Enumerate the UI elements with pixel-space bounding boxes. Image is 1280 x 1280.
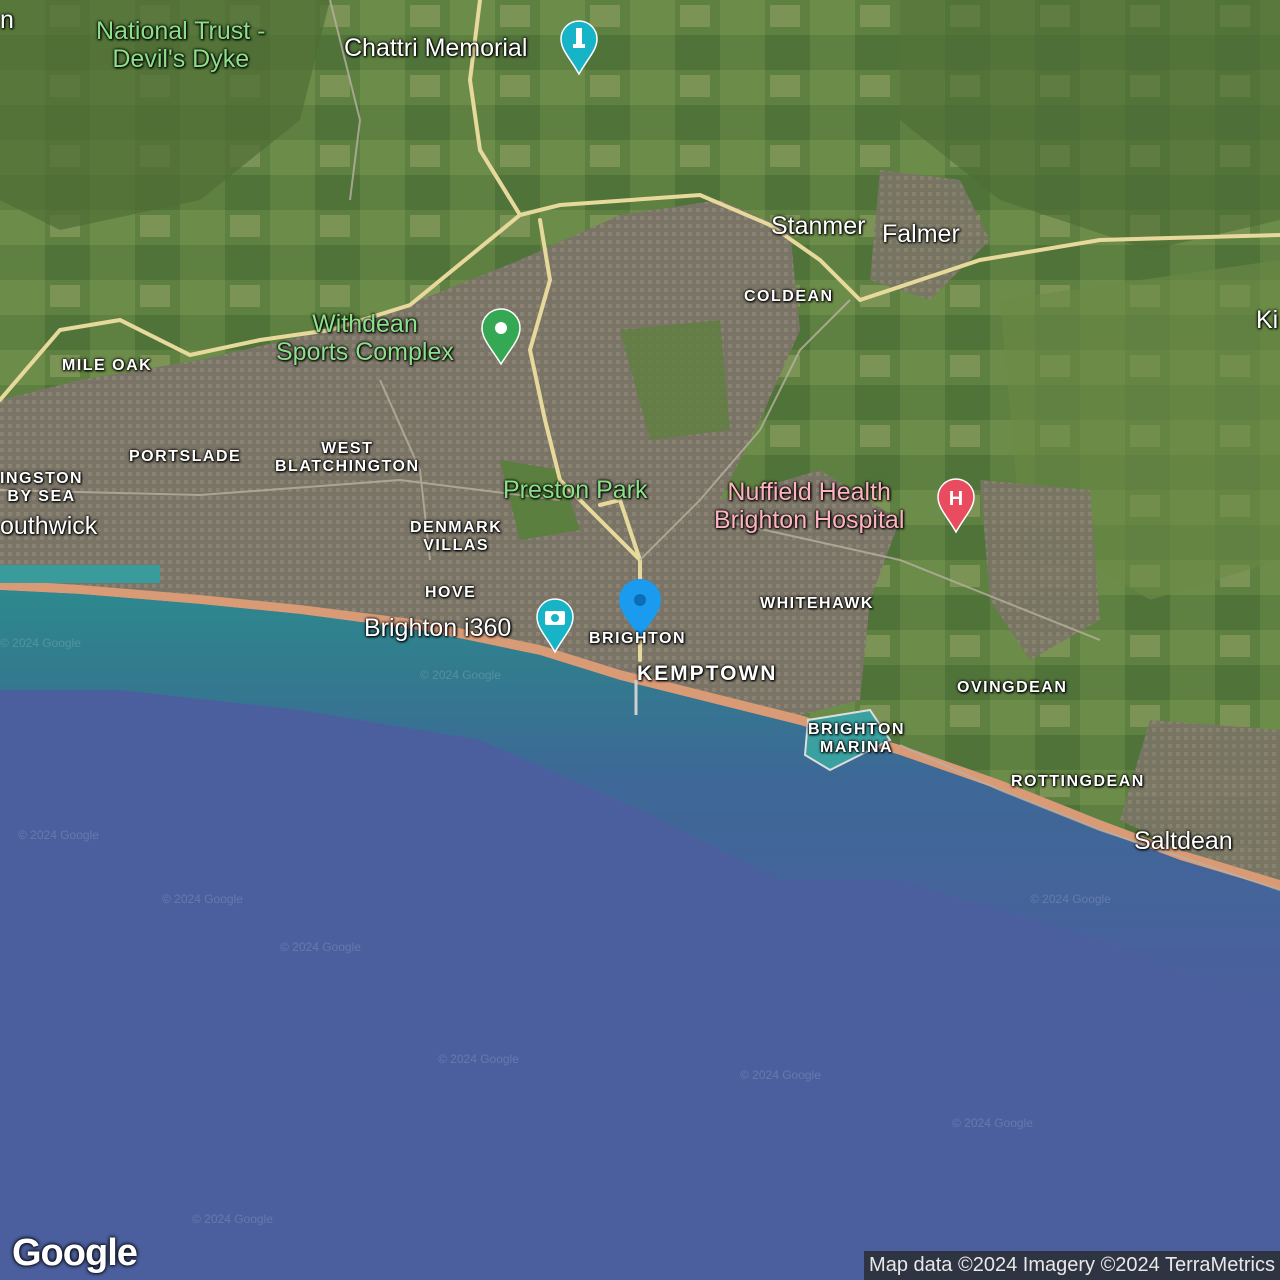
watermark: © 2024 Google	[0, 636, 81, 650]
district-label-brighton[interactable]: BRIGHTON	[589, 630, 686, 648]
place-label-saltdean[interactable]: Saltdean	[1134, 827, 1233, 855]
attribution-text[interactable]: Map data ©2024 Imagery ©2024 TerraMetric…	[864, 1251, 1280, 1280]
place-label-southwick[interactable]: outhwick	[0, 512, 97, 540]
district-label-whitehawk[interactable]: WHITEHAWK	[760, 595, 874, 613]
monument-pin-icon[interactable]	[560, 20, 598, 81]
watermark: © 2024 Google	[280, 940, 361, 954]
poi-label-preston-park[interactable]: Preston Park	[503, 476, 648, 504]
hospital-pin-icon[interactable]: H	[937, 478, 975, 539]
district-label-kemptown[interactable]: KEMPTOWN	[637, 663, 777, 684]
district-label-ovingdean[interactable]: OVINGDEAN	[957, 679, 1067, 697]
district-label-hove[interactable]: HOVE	[425, 584, 476, 602]
park-pin-icon[interactable]	[481, 308, 521, 371]
watermark: © 2024 Google	[438, 1052, 519, 1066]
place-label-edge-n[interactable]: n	[0, 6, 14, 34]
district-label-denmark-villas[interactable]: DENMARK VILLAS	[410, 519, 502, 555]
poi-label-nuffield-hospital[interactable]: Nuffield Health Brighton Hospital	[714, 478, 904, 534]
district-label-mile-oak[interactable]: MILE OAK	[62, 357, 152, 375]
district-label-brighton-marina[interactable]: BRIGHTON MARINA	[808, 721, 905, 757]
watermark: © 2024 Google	[740, 1068, 821, 1082]
place-label-edge-ki[interactable]: Ki	[1256, 306, 1278, 334]
poi-label-national-trust[interactable]: National Trust - Devil's Dyke	[96, 17, 266, 73]
district-label-portslade[interactable]: PORTSLADE	[129, 448, 241, 466]
place-label-falmer[interactable]: Falmer	[882, 220, 960, 248]
poi-label-brighton-i360[interactable]: Brighton i360	[364, 614, 511, 642]
poi-label-chattri-memorial[interactable]: Chattri Memorial	[344, 34, 527, 62]
watermark: © 2024 Google	[162, 892, 243, 906]
svg-text:H: H	[949, 488, 963, 510]
google-logo: Google	[12, 1232, 138, 1274]
watermark: © 2024 Google	[420, 668, 501, 682]
district-label-coldean[interactable]: COLDEAN	[744, 288, 834, 306]
watermark: © 2024 Google	[1030, 892, 1111, 906]
district-label-shoreham[interactable]: INGSTON BY SEA	[0, 470, 83, 506]
watermark: © 2024 Google	[192, 1212, 273, 1226]
place-label-stanmer[interactable]: Stanmer	[771, 212, 865, 240]
district-label-rottingdean[interactable]: ROTTINGDEAN	[1011, 773, 1145, 791]
watermark: © 2024 Google	[18, 828, 99, 842]
watermark: © 2024 Google	[952, 1116, 1033, 1130]
camera-pin-icon[interactable]	[536, 598, 574, 659]
poi-label-withdean[interactable]: Withdean Sports Complex	[276, 310, 454, 366]
district-label-west-blatchington[interactable]: WEST BLATCHINGTON	[275, 440, 420, 476]
